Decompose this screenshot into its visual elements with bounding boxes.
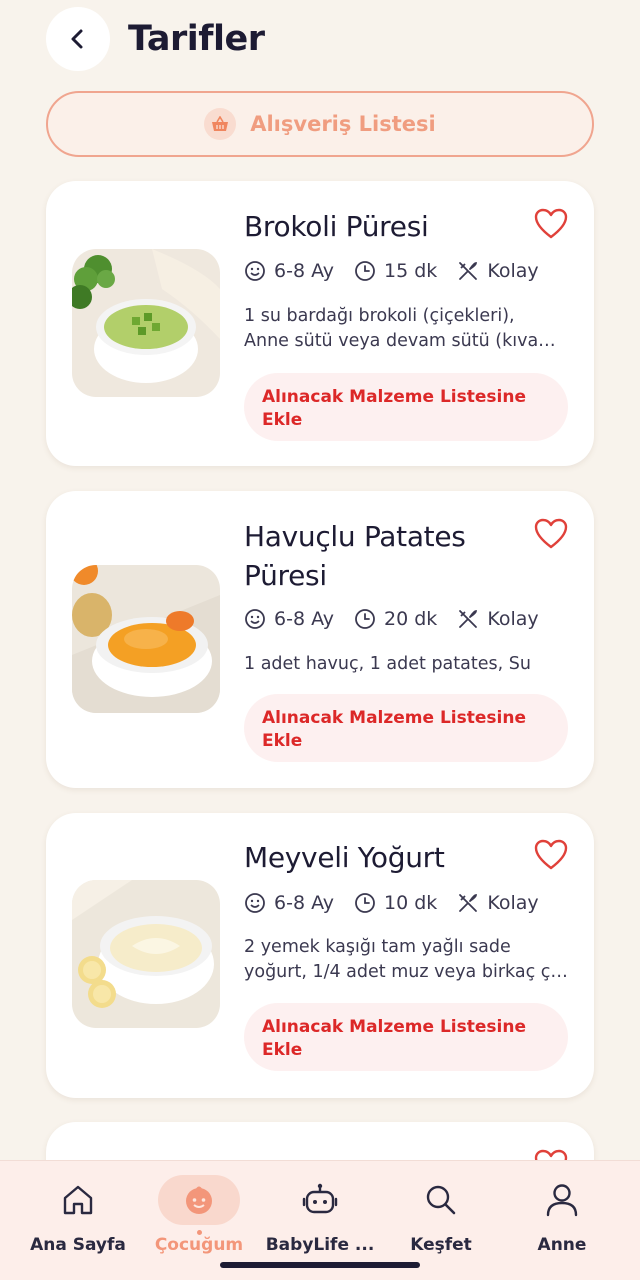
header: Tarifler xyxy=(46,6,594,72)
smiley-icon xyxy=(245,893,265,913)
recipe-description-line1: 1 adet havuç, 1 adet patates, Su xyxy=(244,654,531,674)
time-meta: 15 dk xyxy=(354,260,437,282)
recipe-meta: 6-8 Ay 15 dk Kolay xyxy=(244,260,584,282)
time-label: 20 dk xyxy=(384,608,438,630)
recipe-card[interactable]: Brokoli Püresi 6-8 Ay 15 dk Kolay 1 su b… xyxy=(46,181,594,466)
clock-icon xyxy=(355,261,375,281)
difficulty-meta: Kolay xyxy=(457,892,539,914)
recipe-image-fruit-yogurt xyxy=(72,880,220,1028)
difficulty-label: Kolay xyxy=(487,892,539,914)
recipe-meta: 6-8 Ay 20 dk Kolay xyxy=(244,608,584,630)
page-title: Tarifler xyxy=(128,19,265,59)
tab-child[interactable]: Çocuğum xyxy=(139,1175,259,1255)
baby-face-icon xyxy=(186,1186,212,1214)
tab-mother[interactable]: Anne xyxy=(502,1177,622,1255)
smiley-icon xyxy=(245,261,265,281)
recipe-description-line2: Anne sütü veya devam sütü (kıvam için) xyxy=(244,331,570,351)
add-to-shopping-list-button[interactable]: Alınacak Malzeme Listesine Ekle xyxy=(244,694,568,762)
tab-explore[interactable]: Keşfet xyxy=(381,1177,501,1255)
tab-label: Çocuğum xyxy=(154,1235,244,1255)
recipe-title: Meyveli Yoğurt xyxy=(244,841,445,874)
utensils-icon xyxy=(459,894,478,912)
tab-label: BabyLife ... xyxy=(265,1235,375,1255)
recipe-meta: 6-8 Ay 10 dk Kolay xyxy=(244,892,584,914)
favorite-heart-icon[interactable] xyxy=(534,839,568,871)
tab-home[interactable]: Ana Sayfa xyxy=(18,1177,138,1255)
recipe-description-line2: yoğurt, 1/4 adet muz veya birkaç çilek xyxy=(244,962,570,982)
time-meta: 10 dk xyxy=(354,892,437,914)
time-label: 15 dk xyxy=(384,260,438,282)
time-label: 10 dk xyxy=(384,892,438,914)
recipe-card[interactable]: Meyveli Yoğurt 6-8 Ay 10 dk Kolay 2 yeme… xyxy=(46,813,594,1098)
age-meta: 6-8 Ay xyxy=(244,892,334,914)
recipe-image-broccoli-puree xyxy=(72,249,220,397)
recipe-image-carrot-potato-puree xyxy=(72,565,220,713)
difficulty-meta: Kolay xyxy=(457,608,539,630)
add-to-shopping-list-button[interactable]: Alınacak Malzeme Listesine Ekle xyxy=(244,1003,568,1071)
age-label: 6-8 Ay xyxy=(274,892,335,914)
basket-icon xyxy=(204,108,237,140)
home-indicator xyxy=(220,1262,420,1268)
recipe-card[interactable]: Havuçlu Patates Püresi 6-8 Ay 20 dk Kola… xyxy=(46,491,594,788)
age-meta: 6-8 Ay xyxy=(244,608,334,630)
tab-babylife[interactable]: BabyLife ... xyxy=(260,1177,380,1255)
difficulty-label: Kolay xyxy=(487,260,539,282)
clock-icon xyxy=(355,893,375,913)
recipe-title: Havuçlu Patates Püresi xyxy=(244,520,466,592)
tab-label: Ana Sayfa xyxy=(30,1235,126,1255)
age-label: 6-8 Ay xyxy=(274,608,335,630)
age-label: 6-8 Ay xyxy=(274,260,335,282)
tab-label: Anne xyxy=(537,1235,587,1255)
favorite-heart-icon[interactable] xyxy=(534,518,568,550)
tab-label: Keşfet xyxy=(410,1235,472,1255)
utensils-icon xyxy=(459,262,478,280)
user-icon xyxy=(546,1184,578,1217)
smiley-icon xyxy=(245,609,265,629)
recipe-title: Brokoli Püresi xyxy=(244,210,429,243)
age-meta: 6-8 Ay xyxy=(244,260,334,282)
chevron-left-icon xyxy=(71,29,83,49)
time-meta: 20 dk xyxy=(354,608,437,630)
shopping-list-button[interactable]: Alışveriş Listesi xyxy=(46,91,594,157)
utensils-icon xyxy=(459,610,478,628)
robot-icon xyxy=(302,1183,338,1214)
difficulty-meta: Kolay xyxy=(457,260,539,282)
home-icon xyxy=(63,1185,93,1215)
recipe-description-line1: 1 su bardağı brokoli (çiçekleri), xyxy=(244,306,515,326)
back-button[interactable] xyxy=(46,7,110,71)
favorite-heart-icon[interactable] xyxy=(534,208,568,240)
search-icon xyxy=(426,1185,456,1215)
recipe-description-line1: 2 yemek kaşığı tam yağlı sade xyxy=(244,937,511,957)
shopping-list-label: Alışveriş Listesi xyxy=(250,112,436,136)
clock-icon xyxy=(355,609,375,629)
add-to-shopping-list-button[interactable]: Alınacak Malzeme Listesine Ekle xyxy=(244,373,568,441)
difficulty-label: Kolay xyxy=(487,608,539,630)
